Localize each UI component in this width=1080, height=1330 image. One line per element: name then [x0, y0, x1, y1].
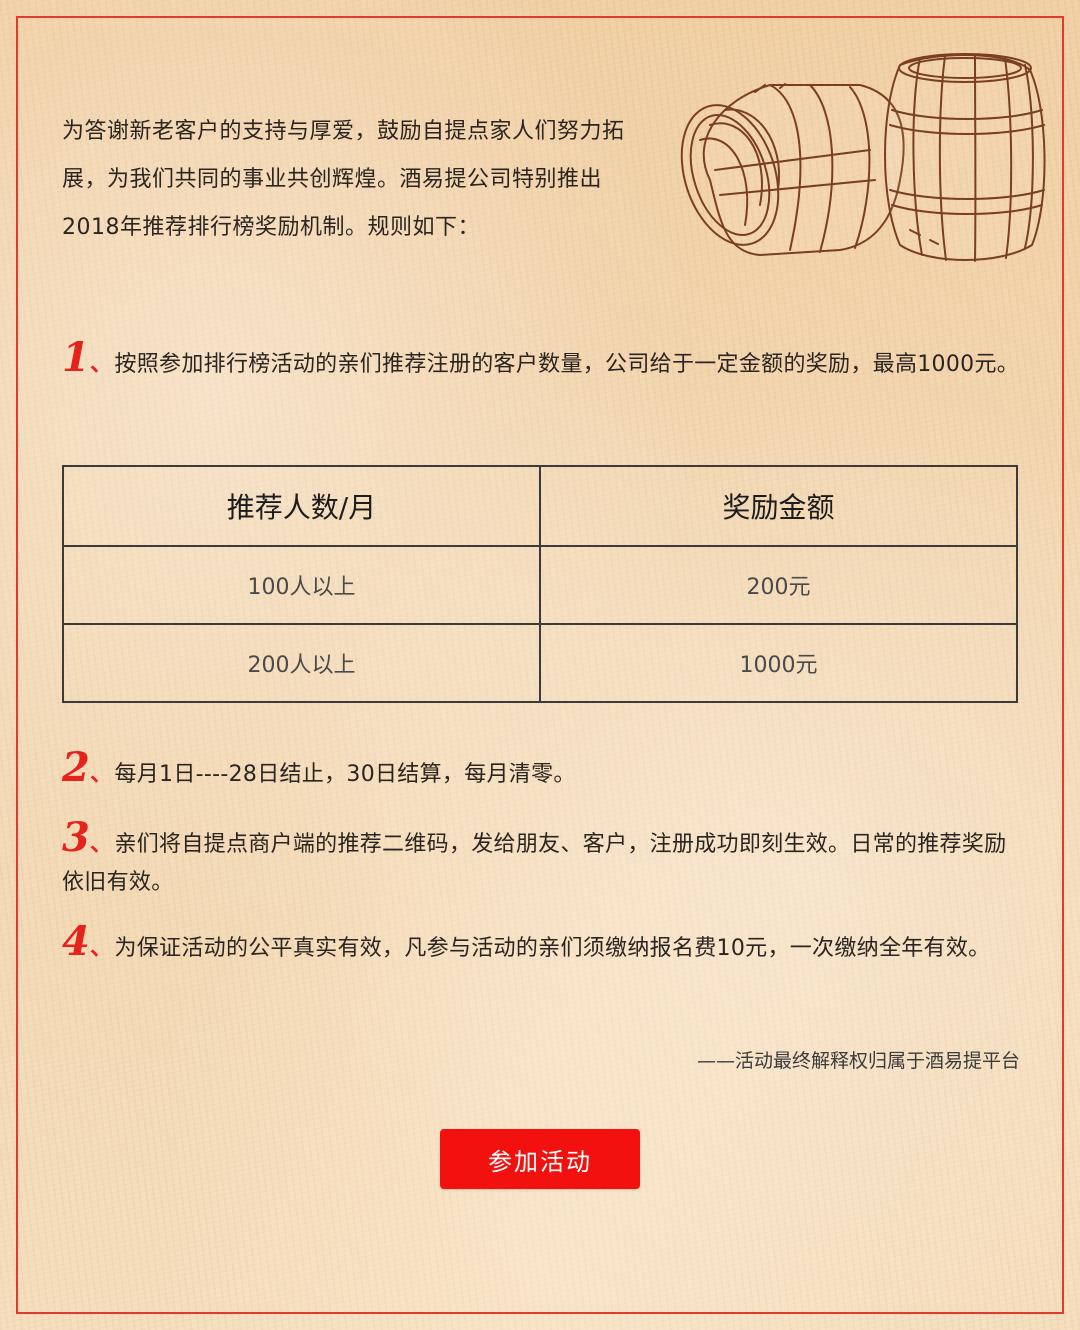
rule-item-3: 3、亲们将自提点商户端的推荐二维码，发给朋友、客户，注册成功即刻生效。日常的推荐… [62, 818, 1022, 902]
rule-item-2: 2、每月1日----28日结止，30日结算，每月清零。 [62, 748, 1022, 794]
rule-number-4: 4、 [62, 918, 113, 965]
rule-text-2: 每月1日----28日结止，30日结算，每月清零。 [114, 762, 576, 787]
table-header-reward: 奖励金额 [539, 465, 1018, 547]
wooden-barrels-illustration [680, 53, 1046, 262]
table-row: 100人以上 200元 [62, 545, 1018, 625]
intro-paragraph: 为答谢新老客户的支持与厚爱，鼓励自提点家人们努力拓展，为我们共同的事业共创辉煌。… [62, 119, 625, 240]
rule-text-3: 亲们将自提点商户端的推荐二维码，发给朋友、客户，注册成功即刻生效。日常的推荐奖励… [62, 832, 1007, 895]
table-cell-reward: 1000元 [539, 623, 1018, 703]
reward-table: 推荐人数/月 奖励金额 100人以上 200元 200人以上 1000元 [62, 465, 1018, 703]
table-row: 200人以上 1000元 [62, 623, 1018, 703]
table-cell-referrals: 100人以上 [62, 545, 541, 625]
table-header-referrals: 推荐人数/月 [62, 465, 541, 547]
disclaimer-note: ——活动最终解释权归属于酒易提平台 [696, 1050, 1020, 1072]
rule-number-3: 3、 [62, 814, 113, 861]
join-activity-button[interactable]: 参加活动 [440, 1129, 640, 1189]
rule-text-4: 为保证活动的公平真实有效，凡参与活动的亲们须缴纳报名费10元，一次缴纳全年有效。 [114, 936, 991, 961]
table-cell-reward: 200元 [539, 545, 1018, 625]
table-cell-referrals: 200人以上 [62, 623, 541, 703]
rule-text-1: 按照参加排行榜活动的亲们推荐注册的客户数量，公司给于一定金额的奖励，最高1000… [114, 352, 1020, 377]
table-header-row: 推荐人数/月 奖励金额 [62, 465, 1018, 547]
rule-number-2: 2、 [62, 744, 113, 791]
rule-number-1: 1、 [62, 334, 113, 381]
rule-item-4: 4、为保证活动的公平真实有效，凡参与活动的亲们须缴纳报名费10元，一次缴纳全年有… [62, 922, 1022, 968]
rule-item-1: 1、按照参加排行榜活动的亲们推荐注册的客户数量，公司给于一定金额的奖励，最高10… [62, 338, 1022, 384]
